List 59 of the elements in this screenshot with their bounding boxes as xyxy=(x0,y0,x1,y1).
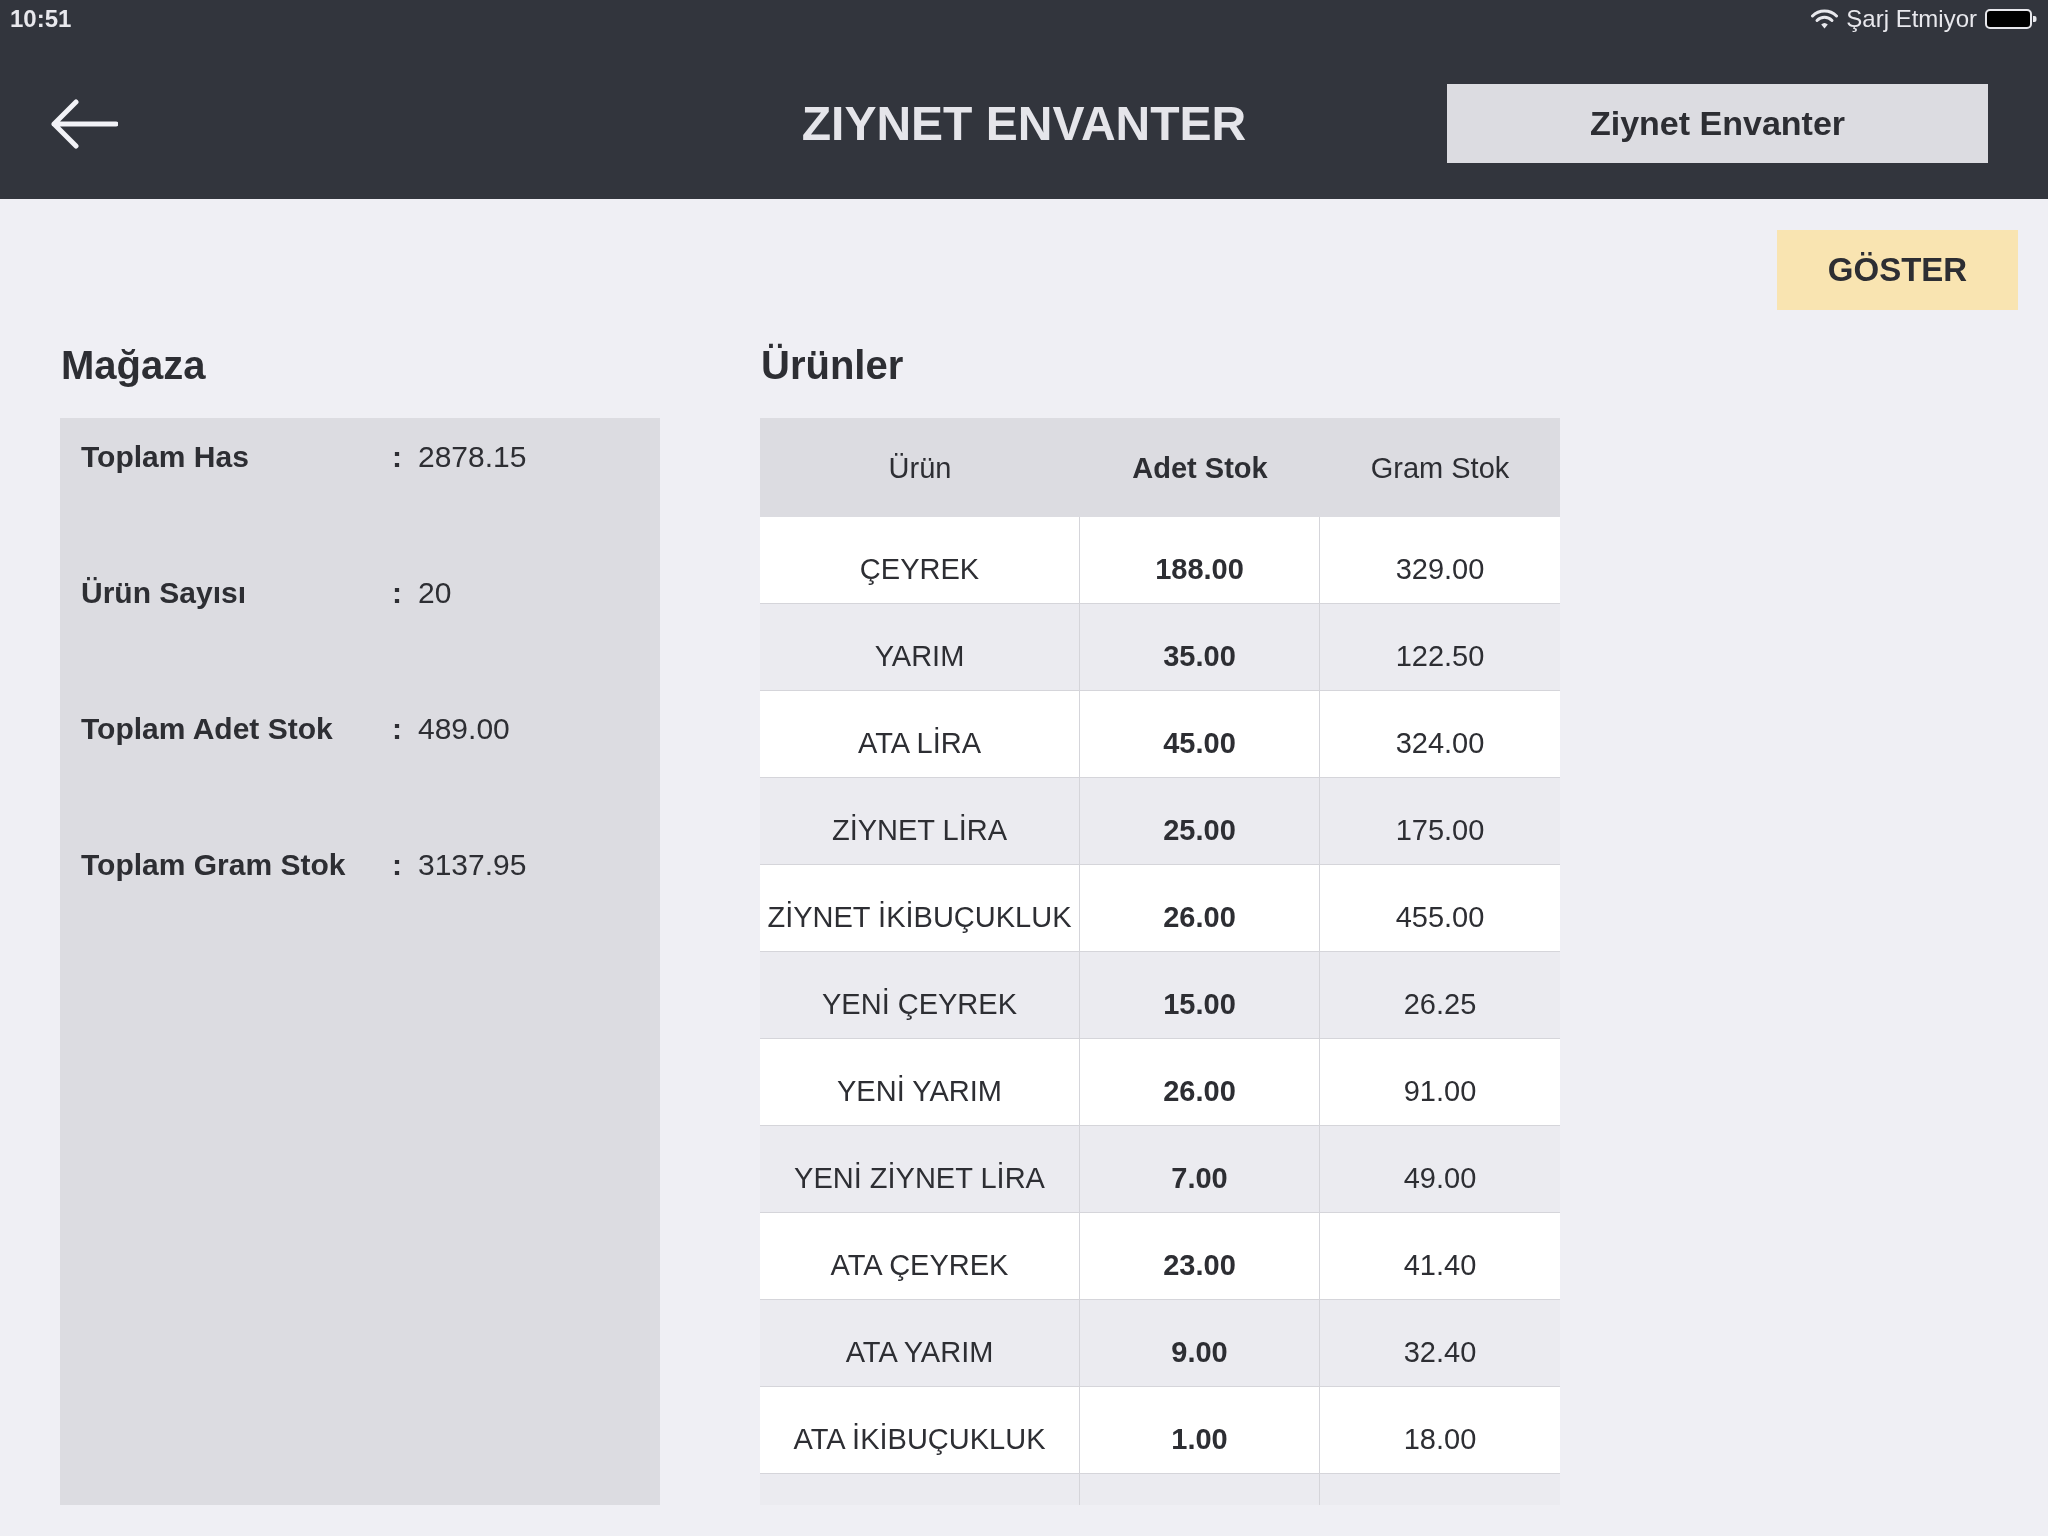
inventory-button[interactable]: Ziynet Envanter xyxy=(1447,84,1988,163)
table-cell: ATA YARIM xyxy=(760,1300,1080,1387)
table-cell: 35.00 xyxy=(1080,604,1320,691)
table-cell: ATA İKİBUÇUKLUK xyxy=(760,1387,1080,1474)
table-cell: 455.00 xyxy=(1320,865,1560,952)
stat-label: Toplam Gram Stok xyxy=(81,847,346,883)
stat-label: Toplam Has xyxy=(81,439,249,475)
section-heading: Ürünler xyxy=(760,342,904,389)
table-cell: 1.00 xyxy=(1080,1387,1320,1474)
section-heading: Mağaza xyxy=(60,342,206,389)
table-cell: YENİ YARIM xyxy=(760,1039,1080,1126)
wifi-icon xyxy=(1811,9,1839,29)
stat-value: 20 xyxy=(418,575,452,611)
table-cell: 329.00 xyxy=(1320,517,1560,604)
charging-status: Şarj Etmiyor xyxy=(1846,4,1977,34)
table-cell: 49.00 xyxy=(1320,1126,1560,1213)
status-time: 10:51 xyxy=(10,4,72,34)
table-cell: 91.00 xyxy=(1320,1039,1560,1126)
table-cell: ATA LİRA xyxy=(760,691,1080,778)
table-cell: 26.25 xyxy=(1320,952,1560,1039)
table-cell: 26.00 xyxy=(1080,1039,1320,1126)
separator: : xyxy=(392,439,402,475)
table-cell: 188.00 xyxy=(1080,517,1320,604)
battery-icon xyxy=(1985,9,2037,29)
table-cell: 7.00 xyxy=(1080,1126,1320,1213)
table-cell: 23.00 xyxy=(1080,1213,1320,1300)
table-cell: 175.00 xyxy=(1320,778,1560,865)
stat-value: 3137.95 xyxy=(418,847,527,883)
separator: : xyxy=(392,711,402,747)
table-cell: 324.00 xyxy=(1320,691,1560,778)
table-cell: 45.00 xyxy=(1080,691,1320,778)
table-cell: 32.40 xyxy=(1320,1300,1560,1387)
table-cell: 15.00 xyxy=(1080,952,1320,1039)
show-button[interactable]: GÖSTER xyxy=(1777,230,2018,310)
stat-label: Toplam Adet Stok xyxy=(81,711,333,747)
table-cell: ATA ÇEYREK xyxy=(760,1213,1080,1300)
table-cell: ZİYNET İKİBUÇUKLUK xyxy=(760,865,1080,952)
stat-label: Ürün Sayısı xyxy=(81,575,247,611)
table-cell: YENİ ÇEYREK xyxy=(760,952,1080,1039)
column-header: Adet Stok xyxy=(1132,450,1268,486)
separator: : xyxy=(392,575,402,611)
separator: : xyxy=(392,847,402,883)
table-cell: 25.00 xyxy=(1080,778,1320,865)
table-cell: ÇEYREK xyxy=(760,517,1080,604)
table-cell: 122.50 xyxy=(1320,604,1560,691)
table-cell: YARIM xyxy=(760,604,1080,691)
table-cell: ZİYNET LİRA xyxy=(760,778,1080,865)
column-header: Ürün xyxy=(888,450,952,486)
back-button[interactable] xyxy=(50,98,118,149)
stat-value: 2878.15 xyxy=(418,439,527,475)
table-cell: 9.00 xyxy=(1080,1300,1320,1387)
arrow-left-icon xyxy=(50,98,118,149)
column-header: Gram Stok xyxy=(1370,450,1510,486)
table-cell: 18.00 xyxy=(1320,1387,1560,1474)
table-cell: 41.40 xyxy=(1320,1213,1560,1300)
table-cell: 26.00 xyxy=(1080,865,1320,952)
stat-value: 489.00 xyxy=(418,711,510,747)
table-cell: YENİ ZİYNET LİRA xyxy=(760,1126,1080,1213)
page-title: ZIYNET ENVANTER xyxy=(801,95,1247,152)
